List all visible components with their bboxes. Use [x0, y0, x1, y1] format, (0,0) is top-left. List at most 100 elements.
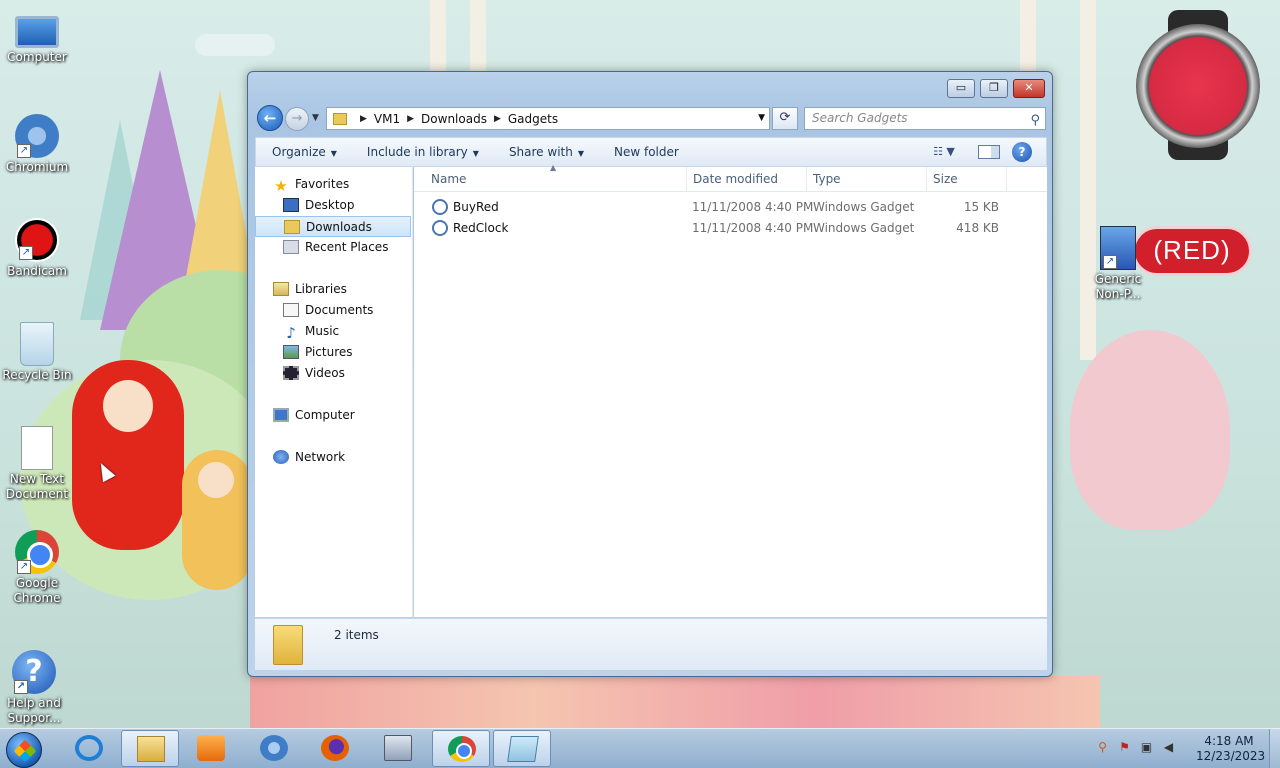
taskbar-windows-explorer[interactable]	[121, 730, 179, 767]
shortcut-arrow-icon: ↗	[1103, 255, 1117, 269]
chrome-icon: ↗	[15, 530, 59, 574]
nav-pictures[interactable]: Pictures	[255, 342, 411, 363]
column-header-name[interactable]: Name	[425, 167, 687, 192]
shortcut-arrow-icon: ↗	[17, 560, 31, 574]
recent-pages-dropdown[interactable]: ▼	[312, 113, 319, 123]
internet-explorer-icon	[75, 735, 103, 761]
refresh-button[interactable]: ⟳	[772, 107, 798, 130]
nav-documents[interactable]: Documents	[255, 300, 411, 321]
desktop-icon-bandicam[interactable]: ↗ Bandicam	[1, 218, 73, 279]
desktop-icon-label: Generic Non-P...	[1094, 272, 1142, 301]
nav-computer[interactable]: Computer	[255, 405, 411, 426]
desktop-icon-label: Bandicam	[7, 264, 67, 278]
address-dropdown-icon[interactable]: ▼	[758, 113, 765, 123]
show-desktop-button[interactable]	[1269, 729, 1280, 768]
breadcrumb-downloads[interactable]: Downloads	[421, 112, 487, 126]
item-count: 2 items	[334, 628, 379, 642]
desktop-icon-recycle-bin[interactable]: Recycle Bin	[1, 322, 73, 383]
breadcrumb-vm1[interactable]: VM1	[374, 112, 400, 126]
nav-recent-places[interactable]: Recent Places	[255, 237, 411, 258]
desktop-icon-computer[interactable]: Computer	[1, 10, 73, 65]
bandicam-tray-icon[interactable]: ⚲	[1094, 739, 1111, 756]
maximize-button[interactable]: ❐	[980, 79, 1008, 98]
file-name: BuyRed	[453, 200, 499, 214]
network-tray-icon[interactable]: ▣	[1138, 739, 1155, 756]
new-folder-button[interactable]: New folder	[614, 145, 679, 159]
search-input[interactable]: Search Gadgets ⚲	[804, 107, 1046, 130]
file-row[interactable]: RedClock 11/11/2008 4:40 PM Windows Gadg…	[414, 218, 1047, 239]
desktop-icon-google-chrome[interactable]: ↗ Google Chrome	[1, 530, 73, 606]
wallpaper-doll-face	[103, 380, 153, 432]
taskbar-google-chrome[interactable]	[432, 730, 490, 767]
clock-time: 4:18 AM	[1204, 734, 1254, 748]
forward-button[interactable]: →	[285, 107, 309, 131]
chevron-down-icon: ▼	[330, 149, 337, 158]
taskbar-notepad[interactable]	[493, 730, 551, 767]
nav-downloads[interactable]: Downloads	[255, 216, 411, 237]
desktop-icon-new-text-document[interactable]: New Text Document	[1, 426, 73, 502]
nav-libraries[interactable]: Libraries	[255, 279, 411, 300]
include-in-library-menu[interactable]: Include in library ▼	[367, 145, 479, 159]
close-button[interactable]: ✕	[1013, 79, 1045, 98]
recycle-bin-icon	[20, 322, 54, 366]
red-clock-gadget[interactable]	[1136, 24, 1260, 148]
column-header-size[interactable]: Size	[927, 167, 1007, 192]
preview-pane-button[interactable]	[978, 145, 1000, 159]
taskbar-clock[interactable]: 4:18 AM 12/23/2023	[1196, 734, 1265, 764]
volume-muted-icon[interactable]: ◀	[1160, 739, 1177, 756]
music-icon: ♪	[286, 324, 296, 342]
nav-desktop-label: Desktop	[305, 198, 355, 212]
documents-icon	[283, 303, 299, 317]
minimize-button[interactable]: ▭	[947, 79, 975, 98]
change-view-button[interactable]: ☷ ▼	[924, 142, 964, 162]
breadcrumb-separator-icon[interactable]: ▶	[360, 114, 367, 124]
breadcrumb-separator-icon[interactable]: ▶	[407, 114, 414, 124]
chevron-down-icon: ▼	[472, 149, 479, 158]
start-button[interactable]	[6, 732, 42, 768]
taskbar-chromium[interactable]	[245, 730, 303, 767]
address-bar[interactable]: ▶ VM1 ▶ Downloads ▶ Gadgets ▼	[326, 107, 770, 130]
breadcrumb-gadgets[interactable]: Gadgets	[508, 112, 558, 126]
desktop-icon-generic-printer[interactable]: ↗ Generic Non-P...	[1082, 226, 1154, 302]
star-icon: ★	[274, 177, 288, 195]
generic-printer-icon: ↗	[1100, 226, 1136, 270]
chevron-down-icon: ▼	[577, 149, 584, 158]
nav-favorites[interactable]: ★ Favorites	[255, 174, 411, 195]
taskbar-internet-explorer[interactable]	[60, 730, 118, 767]
taskbar-firefox[interactable]	[306, 730, 364, 767]
navigation-pane: ★ Favorites Desktop Downloads Recent Plac…	[255, 167, 413, 617]
breadcrumb-separator-icon[interactable]: ▶	[494, 114, 501, 124]
computer-icon	[273, 408, 289, 422]
nav-videos[interactable]: Videos	[255, 363, 411, 384]
organize-label: Organize	[272, 145, 326, 159]
file-date-cell: 11/11/2008 4:40 PM	[692, 221, 814, 235]
taskbar-on-screen-keyboard[interactable]	[369, 730, 427, 767]
nav-music[interactable]: ♪ Music	[255, 321, 411, 342]
file-list[interactable]: ▲ Name Date modified Type Size BuyRed 11…	[414, 163, 1047, 617]
nav-music-label: Music	[305, 324, 340, 338]
back-button[interactable]: ←	[257, 105, 283, 131]
help-button[interactable]: ?	[1012, 142, 1032, 162]
wallpaper-tree	[470, 0, 486, 80]
wallpaper-doll	[72, 360, 184, 550]
search-icon[interactable]: ⚲	[1030, 110, 1040, 131]
file-name-cell[interactable]: RedClock	[432, 218, 508, 239]
text-document-icon	[21, 426, 53, 470]
file-name-cell[interactable]: BuyRed	[432, 197, 499, 218]
taskbar-media-player[interactable]	[182, 730, 240, 767]
desktop-icon-label: Chromium	[5, 160, 69, 174]
action-center-flag-icon[interactable]: ⚑	[1116, 739, 1133, 756]
share-with-menu[interactable]: Share with ▼	[509, 145, 584, 159]
column-header-date-modified[interactable]: Date modified	[687, 167, 807, 192]
firefox-icon	[321, 735, 349, 761]
explorer-window[interactable]: ▭ ❐ ✕ ← → ▼ ▶ VM1 ▶ Downloads ▶ Gadgets …	[247, 71, 1053, 677]
column-header-type[interactable]: Type	[807, 167, 927, 192]
system-tray: ⚲ ⚑ ▣ ◀	[1094, 739, 1177, 759]
media-player-icon	[197, 735, 225, 761]
nav-network[interactable]: Network	[255, 447, 411, 468]
desktop-icon-chromium[interactable]: ↗ Chromium	[1, 114, 73, 175]
desktop-icon-help-and-support[interactable]: ? ↗ Help and Suppor...	[0, 650, 70, 726]
file-row[interactable]: BuyRed 11/11/2008 4:40 PM Windows Gadget…	[414, 197, 1047, 218]
nav-desktop[interactable]: Desktop	[255, 195, 411, 216]
organize-menu[interactable]: Organize ▼	[272, 145, 337, 159]
